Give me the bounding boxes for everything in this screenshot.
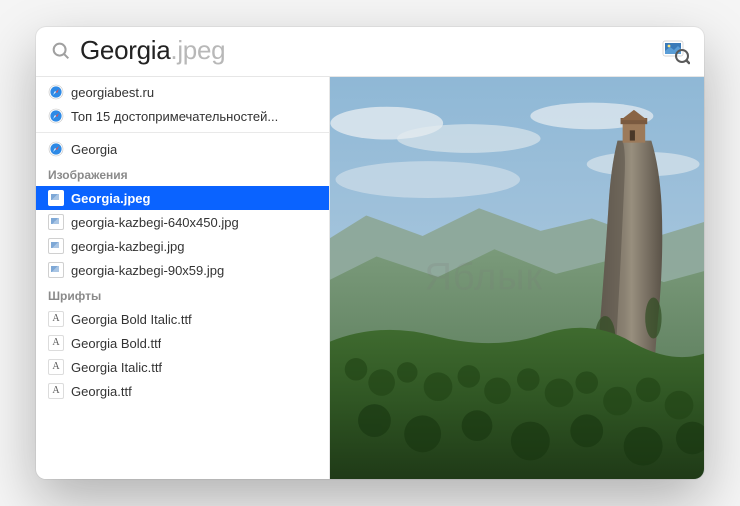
result-label: georgia-kazbegi-90x59.jpg [71, 263, 224, 278]
result-label: Georgia.jpeg [71, 191, 150, 206]
font-file-icon: A [48, 383, 64, 399]
result-label: Georgia [71, 142, 117, 157]
result-label: Georgia.ttf [71, 384, 132, 399]
result-label: Georgia Italic.ttf [71, 360, 162, 375]
section-header: Изображения [36, 161, 329, 186]
image-file-icon [48, 262, 64, 278]
result-web-item[interactable]: Топ 15 достопримечательностей... [36, 104, 329, 128]
result-font-item[interactable]: A Georgia.ttf [36, 379, 329, 403]
spotlight-window: Georgia.jpeg georgiabest.ruТоп 15 достоп… [36, 27, 704, 479]
safari-icon [48, 141, 64, 157]
preview-app-icon [662, 37, 690, 65]
font-file-icon: A [48, 335, 64, 351]
result-image-item[interactable]: Georgia.jpeg [36, 186, 329, 210]
safari-icon [48, 108, 64, 124]
result-font-item[interactable]: A Georgia Italic.ttf [36, 355, 329, 379]
image-file-icon [48, 238, 64, 254]
result-image-item[interactable]: georgia-kazbegi-90x59.jpg [36, 258, 329, 282]
preview-pane: Яблык [330, 77, 704, 479]
result-image-item[interactable]: georgia-kazbegi-640x450.jpg [36, 210, 329, 234]
section-header: Шрифты [36, 282, 329, 307]
result-top-hit[interactable]: Georgia [36, 137, 329, 161]
preview-image [330, 77, 704, 479]
result-label: Georgia Bold Italic.ttf [71, 312, 192, 327]
results-list[interactable]: georgiabest.ru Топ 15 достопримечательнос… [36, 77, 330, 479]
search-input[interactable]: Georgia.jpeg [80, 35, 654, 66]
image-file-icon [48, 214, 64, 230]
result-label: Georgia Bold.ttf [71, 336, 161, 351]
search-bar: Georgia.jpeg [36, 27, 704, 76]
result-font-item[interactable]: A Georgia Bold.ttf [36, 331, 329, 355]
search-typed-text: Georgia [80, 35, 170, 65]
search-autocomplete-text: .jpeg [170, 35, 225, 65]
result-image-item[interactable]: georgia-kazbegi.jpg [36, 234, 329, 258]
result-label: georgia-kazbegi-640x450.jpg [71, 215, 239, 230]
font-file-icon: A [48, 311, 64, 327]
content-area: georgiabest.ru Топ 15 достопримечательнос… [36, 76, 704, 479]
result-label: Топ 15 достопримечательностей... [71, 109, 278, 124]
result-label: georgia-kazbegi.jpg [71, 239, 184, 254]
search-icon [50, 40, 72, 62]
result-web-item[interactable]: georgiabest.ru [36, 80, 329, 104]
divider [36, 132, 329, 133]
image-file-icon [48, 190, 64, 206]
safari-icon [48, 84, 64, 100]
result-font-item[interactable]: A Georgia Bold Italic.ttf [36, 307, 329, 331]
font-file-icon: A [48, 359, 64, 375]
result-label: georgiabest.ru [71, 85, 154, 100]
